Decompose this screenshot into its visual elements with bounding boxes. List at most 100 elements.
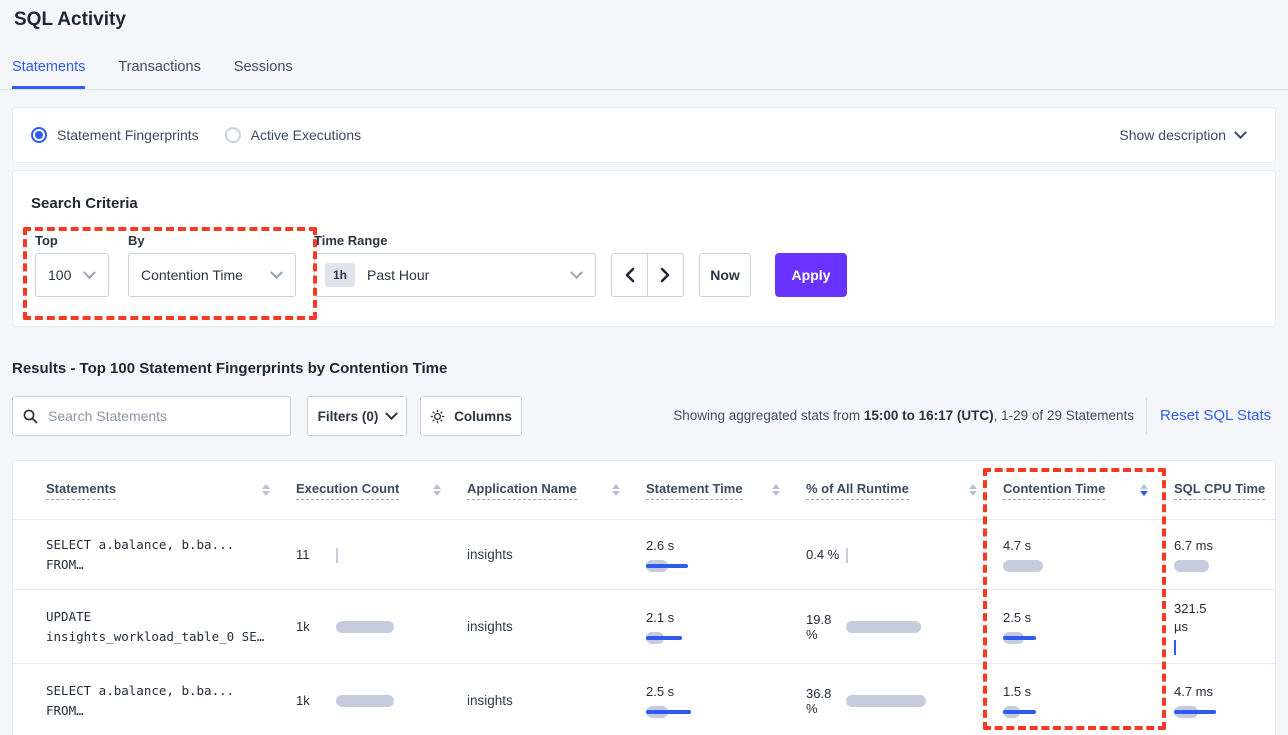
chevron-down-icon	[1234, 126, 1247, 139]
pct-runtime-bar	[846, 549, 973, 561]
table-header-row: Statements Execution Count Application N…	[13, 461, 1275, 519]
contention-time-cell: 4.7 s	[1003, 537, 1174, 572]
chevron-right-icon	[660, 267, 671, 283]
columns-button[interactable]: Columns	[420, 396, 522, 436]
column-header-statements[interactable]: Statements	[46, 481, 296, 500]
tab-transactions[interactable]: Transactions	[118, 55, 200, 89]
tab-sessions[interactable]: Sessions	[234, 55, 293, 89]
column-header-contention-time[interactable]: Contention Time	[1003, 481, 1174, 500]
execution-count-bar	[336, 549, 437, 561]
chevron-down-icon	[83, 266, 96, 279]
sort-icon[interactable]	[612, 484, 620, 496]
statement-time-cell: 2.1 s	[646, 609, 806, 644]
execution-count-bar	[336, 695, 437, 707]
statement-time-bar	[646, 632, 766, 644]
gear-icon	[430, 409, 445, 424]
execution-count-bar	[336, 621, 437, 633]
pct-runtime-cell: 36.8 %	[806, 686, 1003, 716]
tab-bar: Statements Transactions Sessions	[0, 55, 1288, 90]
sql-cpu-time-cell: 4.7 ms	[1174, 683, 1275, 718]
sort-icon[interactable]	[433, 484, 441, 496]
tab-statements[interactable]: Statements	[12, 55, 85, 89]
sql-cpu-time-cell: 6.7 ms	[1174, 537, 1275, 572]
radio-active-executions[interactable]: Active Executions	[225, 127, 362, 143]
sort-icon-active-desc[interactable]	[1140, 484, 1148, 496]
contention-time-cell: 1.5 s	[1003, 683, 1174, 718]
contention-time-cell: 2.5 s	[1003, 609, 1174, 644]
now-button[interactable]: Now	[699, 253, 751, 297]
sql-cpu-time-bar	[1174, 706, 1235, 718]
search-icon	[23, 409, 38, 424]
by-label: By	[128, 233, 145, 248]
chevron-down-icon	[270, 266, 283, 279]
sort-icon[interactable]	[262, 484, 270, 496]
pct-runtime-cell: 0.4 %	[806, 547, 1003, 562]
next-time-button[interactable]	[648, 254, 683, 296]
statement-time-cell: 2.5 s	[646, 683, 806, 718]
execution-count-cell: 1k	[296, 693, 467, 708]
chevron-down-icon	[386, 407, 399, 420]
contention-time-bar	[1003, 632, 1134, 644]
prev-time-button[interactable]	[612, 254, 648, 296]
showing-stats-text: Showing aggregated stats from 15:00 to 1…	[673, 396, 1134, 436]
top-select[interactable]: 100	[35, 253, 109, 297]
view-mode-radio-group: Statement Fingerprints Active Executions	[31, 127, 361, 143]
contention-time-bar	[1003, 560, 1134, 572]
apply-button[interactable]: Apply	[775, 253, 847, 297]
pct-runtime-bar	[846, 621, 973, 633]
search-criteria-card: Search Criteria Top 100 By Contention Ti…	[12, 170, 1276, 327]
table-row: SELECT a.balance, b.ba... FROM… 1k insig…	[13, 663, 1275, 735]
toolbar-divider	[1146, 398, 1147, 434]
statement-link[interactable]: UPDATE insights_workload_table_0 SE…	[46, 607, 296, 647]
radio-label: Statement Fingerprints	[57, 127, 199, 143]
sql-cpu-time-cell: 321.5 µs	[1174, 600, 1275, 653]
results-toolbar: Filters (0) Columns Showing aggregated s…	[0, 396, 1288, 436]
column-header-statement-time[interactable]: Statement Time	[646, 481, 806, 500]
chevron-left-icon	[624, 267, 635, 283]
statement-link[interactable]: SELECT a.balance, b.ba... FROM…	[46, 535, 296, 575]
search-statements-input[interactable]	[46, 407, 290, 425]
top-select-value: 100	[48, 267, 71, 283]
time-range-badge: 1h	[325, 263, 355, 287]
execution-count-cell: 1k	[296, 619, 467, 634]
page-title: SQL Activity	[14, 9, 126, 31]
top-label: Top	[35, 233, 58, 248]
column-header-pct-runtime[interactable]: % of All Runtime	[806, 481, 1003, 500]
show-description-toggle[interactable]: Show description	[1119, 127, 1245, 143]
statement-time-cell: 2.6 s	[646, 537, 806, 572]
filters-button[interactable]: Filters (0)	[307, 396, 407, 436]
application-name-cell: insights	[467, 693, 646, 708]
pct-runtime-cell: 19.8 %	[806, 612, 1003, 642]
statement-link[interactable]: SELECT a.balance, b.ba... FROM…	[46, 681, 296, 721]
statements-table-card: Statements Execution Count Application N…	[12, 460, 1276, 735]
table-row: UPDATE insights_workload_table_0 SE… 1k …	[13, 589, 1275, 663]
statement-time-bar	[646, 706, 766, 718]
radio-label: Active Executions	[251, 127, 362, 143]
search-criteria-heading: Search Criteria	[31, 195, 138, 212]
sql-cpu-time-bar	[1174, 560, 1235, 572]
time-range-select[interactable]: 1h Past Hour	[314, 253, 596, 297]
time-nav-group	[611, 253, 684, 297]
time-range-label: Time Range	[314, 233, 387, 248]
sort-icon[interactable]	[969, 484, 977, 496]
column-header-execution-count[interactable]: Execution Count	[296, 481, 467, 500]
time-range-value: Past Hour	[367, 267, 429, 283]
sql-cpu-time-bar	[1174, 641, 1235, 653]
application-name-cell: insights	[467, 547, 646, 562]
contention-time-bar	[1003, 706, 1134, 718]
search-statements-box	[12, 396, 291, 436]
reset-sql-stats-link[interactable]: Reset SQL Stats	[1160, 396, 1271, 436]
table-row: SELECT a.balance, b.ba... FROM… 11 insig…	[13, 519, 1275, 589]
radio-statement-fingerprints[interactable]: Statement Fingerprints	[31, 127, 199, 143]
by-select[interactable]: Contention Time	[128, 253, 296, 297]
by-select-value: Contention Time	[141, 267, 243, 283]
radio-selected-icon	[31, 127, 47, 143]
sql-activity-page: SQL Activity Statements Transactions Ses…	[0, 0, 1288, 735]
column-header-sql-cpu-time[interactable]: SQL CPU Time	[1174, 481, 1276, 500]
filters-label: Filters (0)	[318, 409, 379, 424]
view-toggle-card: Statement Fingerprints Active Executions…	[12, 107, 1276, 163]
sort-icon[interactable]	[772, 484, 780, 496]
chevron-down-icon	[570, 266, 583, 279]
execution-count-cell: 11	[296, 547, 467, 562]
column-header-application-name[interactable]: Application Name	[467, 481, 646, 500]
